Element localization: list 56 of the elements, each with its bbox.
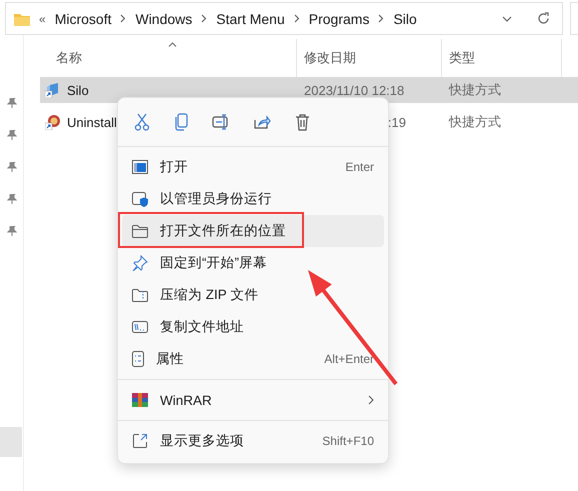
path-icon — [132, 321, 148, 333]
expand-icon — [132, 433, 148, 449]
window-icon — [132, 160, 148, 174]
archive-icon — [132, 393, 148, 407]
rename-icon[interactable] — [212, 114, 230, 130]
address-bar[interactable]: « Microsoft Windows Start Menu Programs Silo — [5, 2, 563, 35]
folder-icon — [132, 224, 148, 238]
menu-item[interactable]: 复制文件地址 — [122, 311, 384, 343]
zip-folder-icon — [132, 288, 148, 302]
menu-item[interactable]: 打开 Enter — [122, 151, 384, 183]
pin-icon — [132, 255, 148, 271]
refresh-icon[interactable] — [537, 12, 550, 25]
chevron-icon — [378, 14, 384, 23]
breadcrumb[interactable]: Silo — [393, 10, 417, 26]
shortcut-icon — [45, 82, 61, 98]
menu-item[interactable]: 压缩为 ZIP 文件 — [122, 279, 384, 311]
file-type: 快捷方式 — [449, 81, 501, 99]
cut-icon[interactable] — [134, 113, 150, 131]
sort-icon — [168, 42, 177, 47]
file-row[interactable]: Uninstall :19 快捷方式 — [40, 109, 578, 135]
chevron-icon — [201, 14, 208, 23]
search-field[interactable] — [570, 2, 578, 35]
chevron-icon — [120, 14, 126, 23]
breadcrumb[interactable]: Windows — [135, 10, 192, 26]
file-name: Silo — [67, 82, 89, 98]
pin-icon[interactable] — [6, 226, 16, 236]
breadcrumb[interactable]: Start Menu — [216, 10, 285, 26]
menu-item[interactable]: 属性 Alt+Enter — [122, 343, 384, 375]
pin-icon[interactable] — [6, 130, 16, 140]
properties-icon — [132, 351, 144, 367]
pin-icon[interactable] — [6, 194, 16, 204]
copy-icon[interactable] — [174, 113, 188, 131]
file-name: Uninstall — [67, 114, 117, 130]
chevron-icon — [368, 395, 374, 405]
chevron-icon — [294, 14, 300, 23]
menu-item[interactable]: 显示更多选项 Shift+F10 — [122, 425, 384, 457]
breadcrumb[interactable]: Microsoft — [54, 10, 112, 26]
dropdown-icon[interactable] — [502, 16, 512, 22]
shortcut-text: Enter — [345, 160, 374, 174]
menu-item[interactable]: 固定到“开始”屏幕 — [122, 247, 384, 279]
file-type: 快捷方式 — [449, 113, 501, 131]
overflow-chevron[interactable]: « — [39, 12, 46, 26]
pin-icon[interactable] — [6, 98, 16, 108]
uninstall-icon — [45, 114, 61, 130]
modified-date: 2023/11/10 12:18 — [304, 82, 404, 98]
delete-icon[interactable] — [295, 114, 310, 130]
shortcut-text: Shift+F10 — [322, 434, 374, 448]
breadcrumb[interactable]: Programs — [308, 10, 370, 26]
folder-icon — [14, 12, 30, 26]
shield-icon — [132, 191, 148, 207]
menu-item[interactable]: WinRAR — [122, 384, 384, 416]
shortcut-text: Alt+Enter — [324, 352, 374, 366]
pin-icon[interactable] — [6, 162, 16, 172]
modified-date: :19 — [388, 114, 406, 130]
menu-item[interactable]: 以管理员身份运行 — [122, 183, 384, 215]
share-icon[interactable] — [254, 114, 271, 130]
